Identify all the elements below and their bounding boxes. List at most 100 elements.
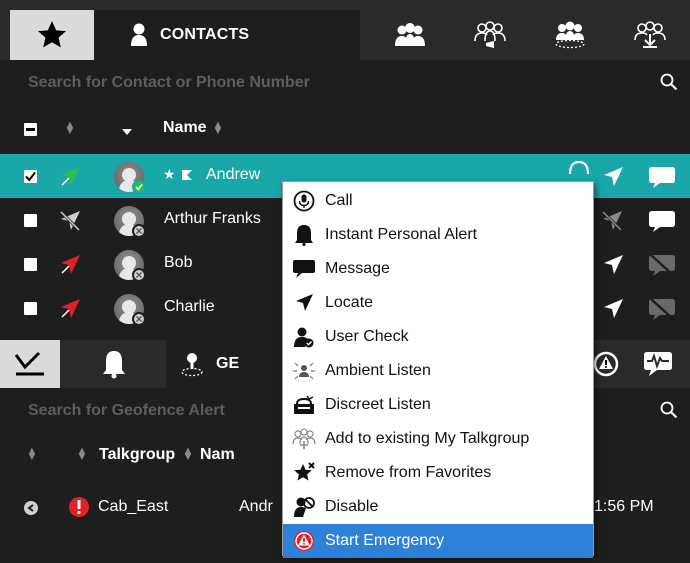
sort-status-icon[interactable]: ▲ ▼ bbox=[26, 446, 38, 463]
bell-icon bbox=[103, 351, 125, 379]
tab-alerts-check[interactable] bbox=[0, 340, 60, 388]
download-group-icon bbox=[634, 21, 666, 48]
microphone-call-icon bbox=[293, 190, 315, 212]
row-checkbox[interactable] bbox=[24, 214, 37, 227]
alert-status-icon bbox=[69, 497, 89, 517]
chevron-down-icon[interactable] bbox=[121, 128, 133, 136]
tab-favorites[interactable] bbox=[10, 10, 94, 60]
contact-search-input[interactable] bbox=[28, 70, 628, 96]
star-icon bbox=[38, 21, 66, 48]
message-icon[interactable] bbox=[648, 209, 676, 233]
menu-item-label: Locate bbox=[325, 294, 374, 311]
location-red-icon bbox=[61, 299, 80, 318]
emergency-tab-icon bbox=[593, 351, 619, 377]
menu-item-label: User Check bbox=[325, 328, 409, 345]
online-status-icon bbox=[132, 180, 146, 194]
location-arrow-icon[interactable] bbox=[602, 166, 624, 188]
menu-item-remove-favorites[interactable]: Remove from Favorites bbox=[283, 456, 593, 490]
message-icon[interactable] bbox=[648, 165, 676, 189]
microphone-call-icon[interactable] bbox=[568, 160, 590, 174]
checkmark-icon bbox=[25, 171, 36, 182]
menu-item-locate[interactable]: Locate bbox=[283, 286, 593, 320]
location-disabled-icon bbox=[59, 210, 81, 232]
search-icon[interactable] bbox=[660, 73, 678, 91]
menu-item-label: Message bbox=[325, 260, 390, 277]
offline-status-icon bbox=[132, 268, 146, 282]
tab-download-groups[interactable] bbox=[620, 10, 680, 60]
contact-name: Charlie bbox=[164, 298, 215, 315]
name-column-header[interactable]: Name bbox=[163, 119, 207, 137]
sort-status-icon[interactable]: ▲ ▼ bbox=[64, 120, 76, 137]
tab-health[interactable] bbox=[636, 340, 680, 388]
location-arrow-icon[interactable] bbox=[602, 298, 624, 320]
location-red-icon bbox=[61, 255, 80, 274]
location-green-icon bbox=[61, 167, 80, 186]
user-check-icon bbox=[294, 327, 314, 348]
talkgroup-column-header[interactable]: Talkgroup bbox=[99, 446, 175, 464]
menu-item-discreet-listen[interactable]: Discreet Listen bbox=[283, 388, 593, 422]
menu-item-label: Discreet Listen bbox=[325, 396, 431, 413]
contacts-tab-bar: CONTACTS bbox=[0, 0, 690, 60]
contact-context-menu: Call Instant Personal Alert Message Loca… bbox=[282, 181, 594, 558]
menu-item-user-check[interactable]: User Check bbox=[283, 320, 593, 354]
group-icon bbox=[395, 23, 425, 46]
add-talkgroup-icon bbox=[292, 428, 316, 449]
bell-alert-icon bbox=[295, 225, 313, 246]
tab-alerts-bell[interactable] bbox=[84, 340, 144, 388]
geofence-enter-icon bbox=[24, 501, 38, 515]
location-arrow-icon[interactable] bbox=[602, 254, 624, 276]
flag-icon bbox=[182, 170, 192, 180]
row-checkbox[interactable] bbox=[24, 170, 37, 183]
select-all-checkbox[interactable] bbox=[24, 123, 37, 136]
check-alerts-icon bbox=[14, 351, 44, 376]
sort-talkgroup-icon[interactable]: ▲ ▼ bbox=[76, 446, 88, 463]
menu-item-ambient-listen[interactable]: Ambient Listen bbox=[283, 354, 593, 388]
tab-contacts-label: CONTACTS bbox=[160, 26, 250, 43]
time-value: 1:56 PM bbox=[594, 498, 654, 515]
geofence-icon bbox=[181, 353, 203, 377]
tab-contacts[interactable]: CONTACTS bbox=[94, 10, 360, 60]
discreet-listen-icon bbox=[294, 395, 314, 414]
speech-bubble-icon bbox=[293, 260, 315, 278]
menu-item-call[interactable]: Call bbox=[283, 184, 593, 218]
dispatch-group-icon bbox=[555, 21, 585, 49]
search-icon[interactable] bbox=[660, 401, 678, 419]
menu-item-label: Start Emergency bbox=[325, 532, 445, 549]
menu-item-instant-personal-alert[interactable]: Instant Personal Alert bbox=[283, 218, 593, 252]
tab-geofence[interactable]: GE bbox=[166, 340, 286, 388]
offline-status-icon bbox=[132, 312, 146, 326]
pulse-message-icon bbox=[644, 352, 672, 376]
tab-geofence-label: GE bbox=[216, 355, 240, 372]
disable-user-icon bbox=[294, 497, 315, 517]
sort-talkgroup-name-icon[interactable]: ▲ ▼ bbox=[182, 446, 194, 463]
menu-item-label: Ambient Listen bbox=[325, 362, 431, 379]
tab-groups[interactable] bbox=[380, 10, 440, 60]
menu-item-disable[interactable]: Disable bbox=[283, 490, 593, 524]
menu-item-start-emergency[interactable]: Start Emergency bbox=[283, 524, 593, 558]
row-checkbox[interactable] bbox=[24, 258, 37, 271]
sort-name-icon[interactable]: ▲ ▼ bbox=[212, 120, 224, 137]
location-arrow-icon bbox=[296, 294, 313, 311]
offline-status-icon bbox=[132, 224, 146, 238]
menu-item-label: Remove from Favorites bbox=[325, 464, 492, 481]
menu-item-add-talkgroup[interactable]: Add to existing My Talkgroup bbox=[283, 422, 593, 456]
message-disabled-icon bbox=[649, 298, 675, 320]
name-value: Andr bbox=[239, 498, 273, 515]
contact-search-bar bbox=[0, 60, 690, 106]
location-disabled-icon bbox=[601, 210, 623, 232]
remove-favorite-icon bbox=[294, 462, 315, 481]
menu-item-message[interactable]: Message bbox=[283, 252, 593, 286]
emergency-icon bbox=[294, 531, 314, 551]
contact-name: Andrew bbox=[206, 166, 261, 183]
message-disabled-icon bbox=[649, 254, 675, 276]
tab-broadcast-groups[interactable] bbox=[460, 10, 520, 60]
menu-item-label: Disable bbox=[325, 498, 379, 515]
broadcast-group-icon bbox=[474, 21, 506, 48]
name-column-header[interactable]: Nam bbox=[200, 446, 235, 464]
menu-item-label: Instant Personal Alert bbox=[325, 226, 478, 243]
menu-item-label: Add to existing My Talkgroup bbox=[325, 430, 530, 447]
row-checkbox[interactable] bbox=[24, 302, 37, 315]
person-icon bbox=[131, 23, 147, 46]
favorite-star-icon: ★ bbox=[163, 166, 176, 182]
tab-dispatch-groups[interactable] bbox=[540, 10, 600, 60]
